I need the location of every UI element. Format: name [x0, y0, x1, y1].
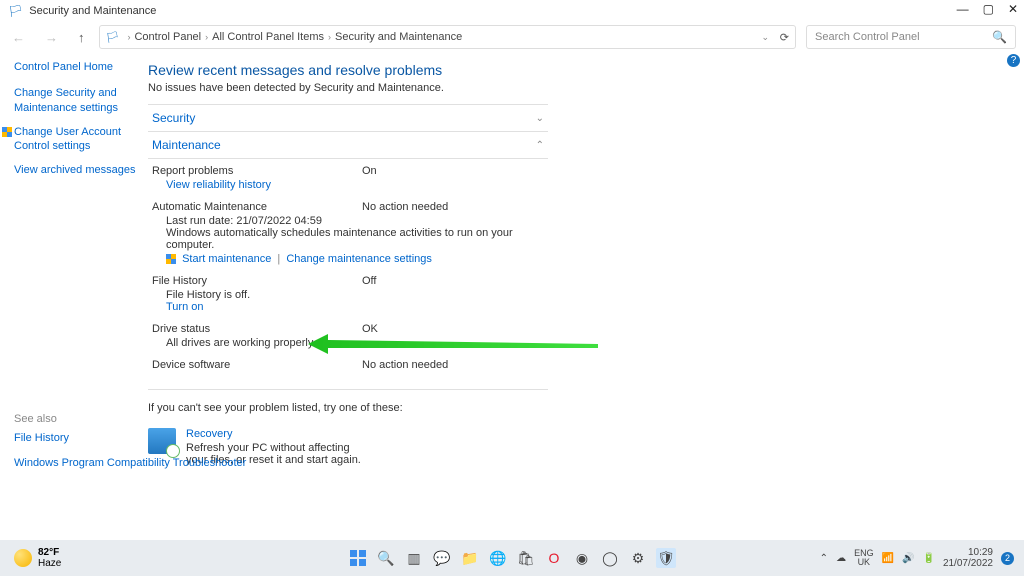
start-button[interactable] — [348, 548, 368, 568]
sidebar-home[interactable]: Control Panel Home — [14, 60, 140, 74]
explorer-icon[interactable]: 📁 — [460, 548, 480, 568]
battery-icon[interactable]: 🔋 — [922, 553, 934, 564]
minimize-button[interactable]: — — [957, 2, 969, 16]
reliability-history-link[interactable]: View reliability history — [166, 179, 271, 191]
auto-maint-last: Last run date: 21/07/2022 04:59 — [166, 215, 544, 227]
back-button[interactable]: ← — [8, 28, 29, 47]
clock[interactable]: 10:2921/07/2022 — [943, 547, 993, 569]
wifi-icon[interactable]: 📶 — [882, 553, 894, 564]
weather-icon — [14, 549, 32, 567]
seealso-compat[interactable]: Windows Program Compatibility Troublesho… — [14, 456, 246, 470]
page-subtext: No issues have been detected by Security… — [148, 82, 1004, 94]
chrome-icon[interactable]: ◉ — [572, 548, 592, 568]
recovery-icon — [148, 428, 176, 454]
refresh-button[interactable]: ⟳ — [780, 31, 789, 44]
close-button[interactable]: ✕ — [1008, 2, 1018, 16]
up-button[interactable]: ↑ — [74, 28, 89, 47]
tray-expand-icon[interactable]: ⌃ — [820, 553, 828, 564]
maintenance-accordion[interactable]: Maintenance⌃ — [148, 132, 548, 159]
device-software-value: No action needed — [362, 359, 448, 371]
settings-icon[interactable]: ⚙ — [628, 548, 648, 568]
filehistory-value: Off — [362, 275, 376, 287]
flag-small-icon: 🏳 — [106, 31, 120, 44]
taskview-icon[interactable]: ▥ — [404, 548, 424, 568]
notification-badge[interactable]: 2 — [1001, 552, 1014, 565]
security-accordion[interactable]: Security⌄ — [148, 104, 548, 132]
store-icon[interactable]: 🛍 — [516, 548, 536, 568]
window-title: Security and Maintenance — [29, 5, 156, 17]
breadcrumb-mid[interactable]: All Control Panel Items — [212, 31, 324, 43]
sidebar-link-security-settings[interactable]: Change Security and Maintenance settings — [14, 86, 140, 115]
breadcrumb-leaf[interactable]: Security and Maintenance — [335, 31, 462, 43]
weather-temp: 82°F — [38, 547, 59, 558]
shield-icon — [2, 127, 12, 137]
auto-maint-value: No action needed — [362, 201, 448, 213]
weather-cond: Haze — [38, 558, 61, 569]
help-icon[interactable]: ? — [1007, 54, 1020, 67]
chevron-down-icon: ⌄ — [536, 113, 544, 124]
device-software-label: Device software — [152, 359, 362, 371]
change-maint-settings-link[interactable]: Change maintenance settings — [286, 253, 432, 265]
onedrive-icon[interactable]: ☁ — [836, 553, 846, 564]
report-problems-value: On — [362, 165, 377, 177]
taskbar-weather[interactable]: 82°FHaze — [0, 547, 61, 569]
drive-status-value: OK — [362, 323, 378, 335]
filehistory-desc: File History is off. — [166, 289, 544, 301]
sidebar-link-archived[interactable]: View archived messages — [14, 163, 140, 177]
footer-hint: If you can't see your problem listed, tr… — [148, 402, 1004, 414]
breadcrumb-root[interactable]: Control Panel — [134, 31, 201, 43]
sidebar-link-uac[interactable]: Change User Account Control settings — [14, 125, 140, 154]
edge-icon[interactable]: 🌐 — [488, 548, 508, 568]
widgets-icon[interactable]: 💬 — [432, 548, 452, 568]
seealso-filehistory[interactable]: File History — [14, 431, 246, 445]
page-heading: Review recent messages and resolve probl… — [148, 62, 1004, 78]
search-input[interactable]: Search Control Panel 🔍 — [806, 25, 1016, 49]
flag-icon: 🏳 — [8, 4, 23, 18]
drive-status-label: Drive status — [152, 323, 362, 335]
maximize-button[interactable]: ▢ — [983, 2, 994, 16]
controlpanel-taskbar-icon[interactable]: 🛡 — [656, 548, 676, 568]
search-taskbar-icon[interactable]: 🔍 — [376, 548, 396, 568]
report-problems-label: Report problems — [152, 165, 362, 177]
filehistory-turnon-link[interactable]: Turn on — [166, 301, 204, 313]
forward-button[interactable]: → — [41, 28, 62, 47]
auto-maint-label: Automatic Maintenance — [152, 201, 362, 213]
steam-icon[interactable]: ◯ — [600, 548, 620, 568]
auto-maint-desc: Windows automatically schedules maintena… — [166, 227, 544, 251]
filehistory-label: File History — [152, 275, 362, 287]
volume-icon[interactable]: 🔊 — [902, 553, 914, 564]
address-bar[interactable]: 🏳 › Control Panel › All Control Panel It… — [99, 25, 797, 49]
language-indicator[interactable]: ENGUK — [854, 549, 874, 567]
address-dropdown-icon[interactable]: ⌄ — [761, 32, 769, 43]
search-placeholder: Search Control Panel — [815, 31, 920, 43]
drive-status-desc: All drives are working properly. — [166, 337, 544, 349]
shield-small-icon — [166, 254, 176, 264]
chevron-up-icon: ⌃ — [536, 140, 544, 151]
start-maintenance-link[interactable]: Start maintenance — [182, 253, 271, 265]
opera-icon[interactable]: O — [544, 548, 564, 568]
seealso-header: See also — [14, 413, 246, 425]
search-icon: 🔍 — [992, 30, 1007, 44]
